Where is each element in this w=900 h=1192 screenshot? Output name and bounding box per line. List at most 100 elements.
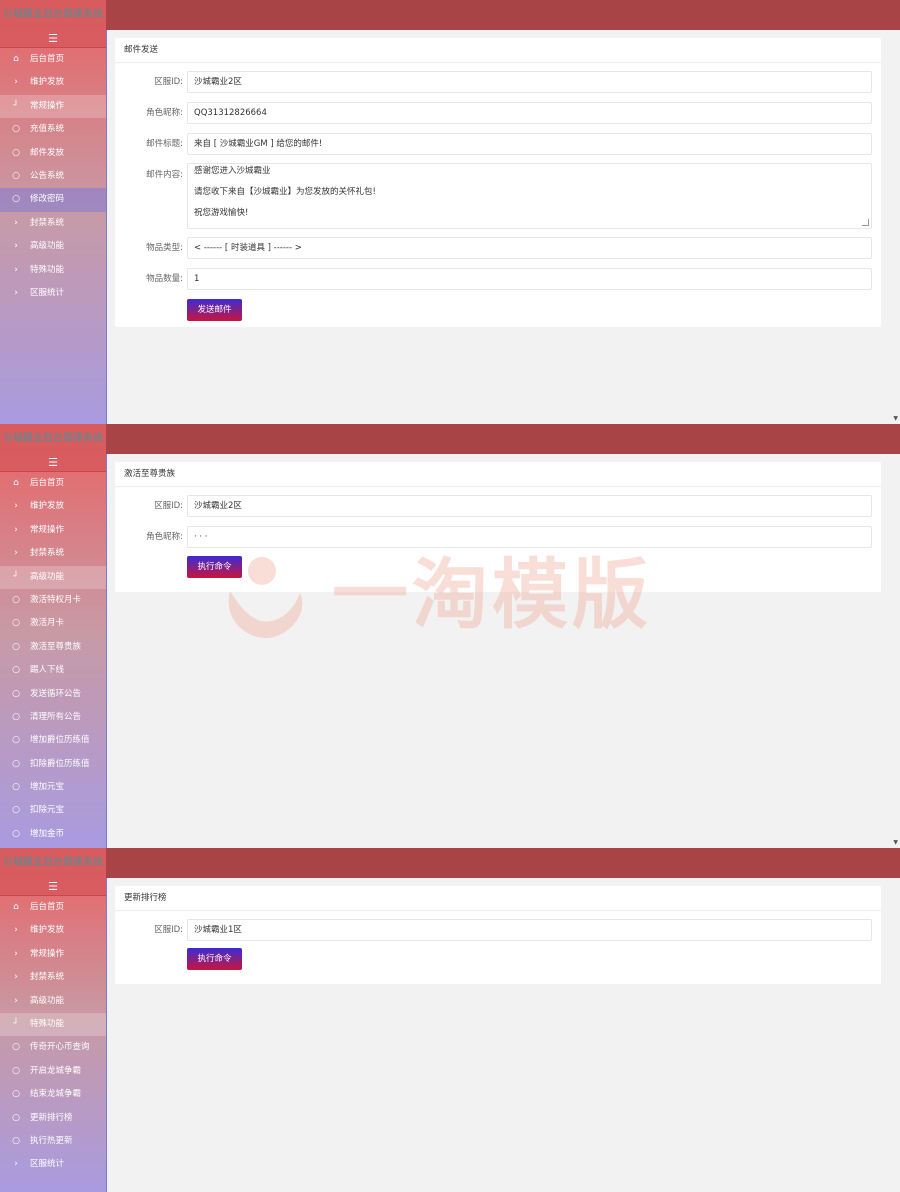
role-name-input[interactable]: · · · <box>187 526 872 548</box>
menu-toggle-icon[interactable]: ☰ <box>0 454 106 472</box>
sidebar-item-special[interactable]: › 特殊功能 <box>0 259 106 282</box>
sidebar-item-add-yuanbao[interactable]: ○ 增加元宝 <box>0 776 106 799</box>
chevron-right-icon: › <box>14 524 18 535</box>
quantity-input[interactable]: 1 <box>187 268 872 290</box>
sidebar-item-notice[interactable]: ○ 公告系统 <box>0 165 106 188</box>
sidebar-item-label: 增加爵位历练值 <box>30 735 90 746</box>
sidebar-item-label: 公告系统 <box>30 170 65 181</box>
sidebar-item-label: 扣除元宝 <box>30 805 65 816</box>
role-label: 角色昵称: <box>146 532 183 542</box>
sidebar-item-label: 高级功能 <box>30 995 65 1006</box>
execute-command-button[interactable]: 执行命令 <box>187 948 242 970</box>
sidebar-item-deduct-rank[interactable]: ○ 扣除爵位历练值 <box>0 753 106 776</box>
sidebar-item-regular-ops[interactable]: › 常规操作 <box>0 943 106 966</box>
sidebar-item-label: 开启龙城争霸 <box>30 1065 82 1076</box>
sidebar-item-ban[interactable]: › 封禁系统 <box>0 212 106 235</box>
role-label: 角色昵称: <box>146 108 183 118</box>
sidebar-item-label: 封禁系统 <box>30 972 65 983</box>
app-logo[interactable]: 沙城霸业后台管理系统 <box>0 424 106 454</box>
sidebar-item-regular-ops[interactable]: ┘ 常规操作 <box>0 94 106 119</box>
sidebar-item-end-siege[interactable]: ○ 结束龙城争霸 <box>0 1083 106 1106</box>
circle-icon: ○ <box>12 782 20 793</box>
sidebar-item-advanced[interactable]: › 高级功能 <box>0 990 106 1013</box>
menu-toggle-icon[interactable]: ☰ <box>0 30 106 48</box>
sidebar-nav: ⌂ 后台首页 › 维护发放 › 常规操作 › 封禁系统 › 高级功能 ┘ 特殊功能 ○ 传奇开… <box>0 896 106 1177</box>
sidebar-item-coin-query[interactable]: ○ 传奇开心币查询 <box>0 1036 106 1059</box>
sidebar-item-add-rank[interactable]: ○ 增加爵位历练值 <box>0 729 106 752</box>
sidebar-item-home[interactable]: ⌂ 后台首页 <box>0 48 106 71</box>
resize-handle-icon[interactable] <box>862 219 869 226</box>
sidebar-item-ban[interactable]: › 封禁系统 <box>0 966 106 989</box>
mail-content-textarea[interactable]: 感谢您进入沙城霸业 请您收下来自【沙城霸业】为您发放的关怀礼包! 祝您游戏愉快! <box>187 163 872 229</box>
sidebar-item-server-stats[interactable]: › 区服统计 <box>0 1153 106 1176</box>
sidebar-item-kick[interactable]: ○ 踢人下线 <box>0 659 106 682</box>
sidebar-item-hot-update[interactable]: ○ 执行热更新 <box>0 1130 106 1153</box>
circle-icon: ○ <box>12 1112 20 1123</box>
circle-icon: ○ <box>12 170 20 181</box>
sidebar-item-start-siege[interactable]: ○ 开启龙城争霸 <box>0 1060 106 1083</box>
sidebar-nav: ⌂ 后台首页 › 维护发放 › 常规操作 › 封禁系统 ┘ 高级功能 ○ 激活特权月卡 ○ 激… <box>0 472 106 846</box>
sidebar-item-maintenance[interactable]: › 维护发放 <box>0 71 106 94</box>
circle-icon: ○ <box>12 1089 20 1100</box>
scroll-down-icon[interactable]: ▼ <box>893 415 898 422</box>
menu-toggle-icon[interactable]: ☰ <box>0 878 106 896</box>
home-icon: ⌂ <box>13 478 19 488</box>
circle-icon: ○ <box>12 1042 20 1053</box>
sidebar-item-label: 修改密码 <box>30 194 65 205</box>
sidebar-item-add-gold[interactable]: ○ 增加金币 <box>0 823 106 846</box>
sidebar-item-deduct-yuanbao[interactable]: ○ 扣除元宝 <box>0 799 106 822</box>
sidebar-item-ban[interactable]: › 封禁系统 <box>0 542 106 565</box>
sidebar-item-update-ranking[interactable]: ○ 更新排行榜 <box>0 1107 106 1130</box>
app-logo[interactable]: 沙城霸业后台管理系统 <box>0 0 106 30</box>
sidebar-item-label: 高级功能 <box>30 241 65 252</box>
sidebar-item-label: 增加金币 <box>30 828 65 839</box>
sidebar-item-label: 充值系统 <box>30 124 65 135</box>
sidebar-item-vip-monthly[interactable]: ○ 激活特权月卡 <box>0 589 106 612</box>
execute-command-button[interactable]: 执行命令 <box>187 556 242 578</box>
sidebar-item-label: 增加元宝 <box>30 782 65 793</box>
sidebar-item-server-stats[interactable]: › 区服统计 <box>0 282 106 305</box>
server-label: 区服ID: <box>154 925 183 935</box>
sidebar-item-label: 后台首页 <box>30 54 65 64</box>
server-select[interactable]: 沙城霸业2区 <box>187 495 872 517</box>
sidebar-item-advanced[interactable]: › 高级功能 <box>0 235 106 258</box>
sidebar-item-label: 高级功能 <box>30 571 65 582</box>
sidebar-item-home[interactable]: ⌂ 后台首页 <box>0 896 106 919</box>
sidebar-item-monthly[interactable]: ○ 激活月卡 <box>0 612 106 635</box>
sidebar-item-maintenance[interactable]: › 维护发放 <box>0 495 106 518</box>
sidebar-item-label: 特殊功能 <box>30 1018 65 1029</box>
sidebar-item-maintenance[interactable]: › 维护发放 <box>0 919 106 942</box>
sidebar-item-label: 维护发放 <box>30 77 65 88</box>
sidebar-item-label: 维护发放 <box>30 501 65 512</box>
corner-icon: ┘ <box>13 100 19 111</box>
sidebar-item-home[interactable]: ⌂ 后台首页 <box>0 472 106 495</box>
sidebar-item-recharge[interactable]: ○ 充值系统 <box>0 118 106 141</box>
card-title: 更新排行榜 <box>115 886 881 911</box>
chevron-right-icon: › <box>14 217 18 228</box>
sidebar-item-password[interactable]: ○ 修改密码 <box>0 188 106 212</box>
sidebar-item-label: 发送循环公告 <box>30 688 82 699</box>
circle-icon: ○ <box>12 711 20 722</box>
sidebar-item-label: 后台首页 <box>30 478 65 488</box>
sidebar-item-noble[interactable]: ○ 激活至尊贵族 <box>0 636 106 659</box>
mail-title-input[interactable]: 来自 [ 沙城霸业GM ] 给您的邮件! <box>187 133 872 155</box>
chevron-right-icon: › <box>14 548 18 559</box>
sidebar-item-label: 封禁系统 <box>30 217 65 228</box>
server-label: 区服ID: <box>154 501 183 511</box>
sidebar-item-clear-notice[interactable]: ○ 清理所有公告 <box>0 706 106 729</box>
sidebar: ☰ ⌂ 后台首页 › 维护发放 ┘ 常规操作 ○ 充值系统 ○ 邮件发放 ○ 公告系统 ○ 修… <box>0 30 107 424</box>
role-name-input[interactable]: QQ31312826664 <box>187 102 872 124</box>
sidebar-item-advanced[interactable]: ┘ 高级功能 <box>0 565 106 589</box>
scroll-down-icon[interactable]: ▼ <box>893 839 898 846</box>
send-mail-button[interactable]: 发送邮件 <box>187 299 242 321</box>
sidebar-item-special[interactable]: ┘ 特殊功能 <box>0 1012 106 1037</box>
server-select[interactable]: 沙城霸业2区 <box>187 71 872 93</box>
corner-icon: ┘ <box>13 571 19 582</box>
sidebar-item-mail[interactable]: ○ 邮件发放 <box>0 142 106 165</box>
item-type-select[interactable]: < ------ [ 时装道具 ] ------ > <box>187 237 872 259</box>
sidebar-item-label: 结束龙城争霸 <box>30 1089 82 1100</box>
sidebar-item-loop-notice[interactable]: ○ 发送循环公告 <box>0 683 106 706</box>
app-logo[interactable]: 沙城霸业后台管理系统 <box>0 848 106 878</box>
sidebar-item-regular-ops[interactable]: › 常规操作 <box>0 519 106 542</box>
server-select[interactable]: 沙城霸业1区 <box>187 919 872 941</box>
